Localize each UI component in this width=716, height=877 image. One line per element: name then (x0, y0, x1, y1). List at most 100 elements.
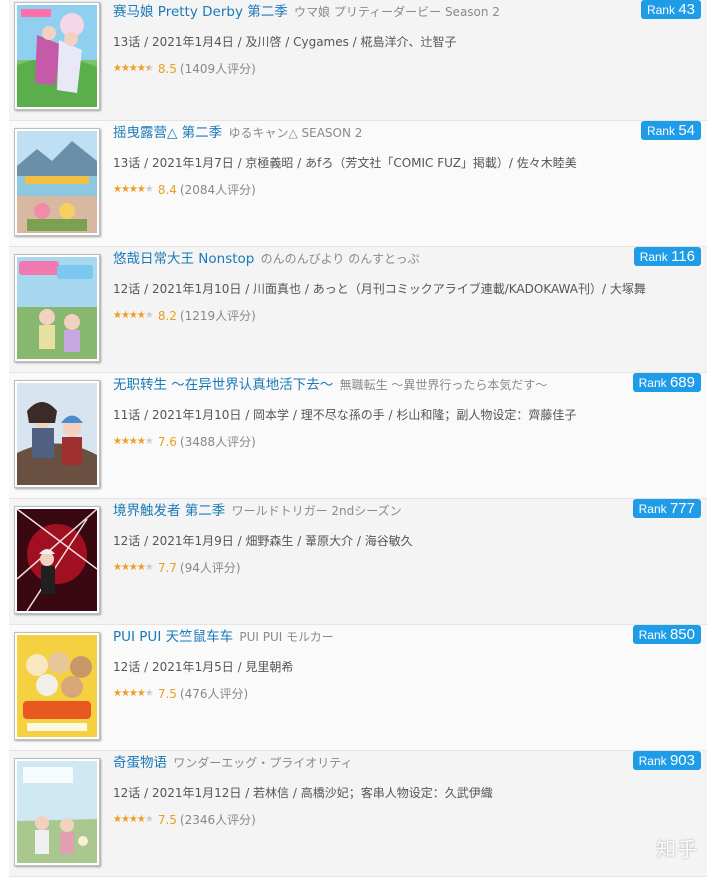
poster-thumbnail (17, 131, 97, 233)
rank-badge: Rank 777 (632, 499, 701, 518)
anime-original-title: 無職転生 ～異世界行ったら本気だす～ (339, 378, 548, 392)
anime-original-title: ワンダーエッグ・プライオリティ (173, 756, 353, 770)
stars-filled: ★★★★★ (113, 184, 145, 195)
cover-image[interactable] (14, 632, 100, 740)
anime-ranking-list: 赛马娘 Pretty Derby 第二季 ウマ娘 プリティーダービー Seaso… (9, 0, 707, 877)
star-rating-icon: ★★★★★★★★★★ (113, 310, 154, 321)
cover-image[interactable] (14, 128, 100, 236)
anime-title-link[interactable]: 无职转生 ～在异世界认真地活下去～ (113, 377, 333, 393)
star-rating-icon: ★★★★★★★★★★ (113, 688, 154, 699)
rating-score: 8.2 (157, 308, 177, 323)
rating-votes: (94人评分) (179, 561, 241, 575)
rank-number: 850 (669, 626, 695, 643)
rank-number: 43 (678, 1, 695, 18)
anime-info: 13话 / 2021年1月7日 / 京極義昭 / あfろ（芳文社「COMIC F… (113, 156, 577, 170)
anime-info: 12话 / 2021年1月10日 / 川面真也 / あっと（月刊コミックアライブ… (113, 282, 646, 296)
rank-number: 903 (669, 752, 695, 769)
rank-label: Rank (638, 502, 667, 516)
list-item: 赛马娘 Pretty Derby 第二季 ウマ娘 プリティーダービー Seaso… (9, 0, 707, 121)
rating-score: 8.4 (157, 182, 177, 197)
rank-label: Rank (638, 376, 667, 390)
cover-image[interactable] (14, 254, 100, 362)
star-rating-icon: ★★★★★★★★★★ (113, 814, 154, 825)
anime-original-title: ゆるキャン△ SEASON 2 (228, 126, 363, 140)
stars-filled: ★★★★★ (113, 436, 145, 447)
rank-number: 54 (678, 122, 695, 139)
rank-badge: Rank 903 (632, 751, 701, 770)
title-line: 境界触发者 第二季 ワールドトリガー 2ndシーズン (113, 502, 402, 520)
anime-info: 11话 / 2021年1月10日 / 岡本学 / 理不尽な孫の手 / 杉山和隆；… (113, 408, 577, 422)
rating: ★★★★★★★★★★ 8.2 (1219人评分) (113, 307, 256, 324)
stars-filled: ★★★★★ (113, 814, 145, 825)
list-item: 奇蛋物语 ワンダーエッグ・プライオリティ Rank 903 12话 / 2021… (9, 751, 707, 877)
poster-thumbnail (17, 5, 97, 107)
rating-votes: (2084人评分) (179, 183, 256, 197)
poster-thumbnail (17, 635, 97, 737)
anime-original-title: のんのんびより のんすとっぷ (260, 252, 420, 266)
rating-score: 7.6 (157, 434, 177, 449)
anime-title-link[interactable]: 悠哉日常大王 Nonstop (113, 251, 254, 267)
stars-filled: ★★★★★ (113, 562, 145, 573)
list-item: PUI PUI 天竺鼠车车 PUI PUI モルカー Rank 850 12话 … (9, 625, 707, 751)
poster-thumbnail (17, 383, 97, 485)
list-item: 境界触发者 第二季 ワールドトリガー 2ndシーズン Rank 777 12话 … (9, 499, 707, 625)
rank-badge: Rank 116 (633, 247, 701, 266)
poster-thumbnail (17, 257, 97, 359)
title-line: 奇蛋物语 ワンダーエッグ・プライオリティ (113, 754, 353, 772)
rating: ★★★★★★★★★★ 7.5 (476人评分) (113, 685, 248, 702)
title-line: 摇曳露营△ 第二季 ゆるキャン△ SEASON 2 (113, 124, 362, 142)
rating-votes: (476人评分) (179, 687, 249, 701)
title-line: 无职转生 ～在异世界认真地活下去～ 無職転生 ～異世界行ったら本気だす～ (113, 376, 547, 394)
anime-info: 13话 / 2021年1月4日 / 及川啓 / Cygames / 椛島洋介、辻… (113, 35, 457, 49)
anime-title-link[interactable]: PUI PUI 天竺鼠车车 (113, 629, 233, 645)
rating-score: 7.5 (157, 812, 177, 827)
anime-info: 12话 / 2021年1月9日 / 畑野森生 / 葦原大介 / 海谷敏久 (113, 534, 413, 548)
anime-original-title: ウマ娘 プリティーダービー Season 2 (294, 5, 500, 19)
rating: ★★★★★★★★★★ 7.6 (3488人评分) (113, 433, 256, 450)
cover-image[interactable] (14, 758, 100, 866)
list-item: 摇曳露营△ 第二季 ゆるキャン△ SEASON 2 Rank 54 13话 / … (9, 121, 707, 247)
title-line: 赛马娘 Pretty Derby 第二季 ウマ娘 プリティーダービー Seaso… (113, 3, 500, 21)
anime-title-link[interactable]: 赛马娘 Pretty Derby 第二季 (113, 4, 288, 20)
rating: ★★★★★★★★★★ 8.5 (1409人评分) (113, 60, 256, 77)
anime-title-link[interactable]: 摇曳露营△ 第二季 (113, 125, 222, 141)
cover-image[interactable] (14, 506, 100, 614)
stars-filled: ★★★★★ (113, 688, 145, 699)
rank-label: Rank (646, 3, 675, 17)
rank-badge: Rank 43 (640, 0, 701, 19)
poster-thumbnail (17, 761, 97, 863)
title-line: PUI PUI 天竺鼠车车 PUI PUI モルカー (113, 628, 334, 646)
star-rating-icon: ★★★★★★★★★★ (113, 562, 154, 573)
list-item: 悠哉日常大王 Nonstop のんのんびより のんすとっぷ Rank 116 1… (9, 247, 707, 373)
title-line: 悠哉日常大王 Nonstop のんのんびより のんすとっぷ (113, 250, 420, 268)
rank-label: Rank (638, 754, 667, 768)
anime-title-link[interactable]: 境界触发者 第二季 (113, 503, 225, 519)
rank-number: 689 (669, 374, 695, 391)
stars-filled: ★★★★★ (113, 63, 149, 74)
poster-thumbnail (17, 509, 97, 611)
rank-label: Rank (639, 250, 668, 264)
rating-score: 7.7 (157, 560, 177, 575)
rank-label: Rank (646, 124, 675, 138)
anime-info: 12话 / 2021年1月12日 / 若林信 / 高橋沙妃；客串人物设定：久武伊… (113, 786, 493, 800)
rating-score: 8.5 (157, 61, 177, 76)
rating-votes: (1409人评分) (179, 62, 256, 76)
rating: ★★★★★★★★★★ 7.5 (2346人评分) (113, 811, 256, 828)
cover-image[interactable] (14, 380, 100, 488)
star-rating-icon: ★★★★★★★★★★ (113, 184, 154, 195)
rank-number: 777 (669, 500, 695, 517)
star-rating-icon: ★★★★★★★★★★ (113, 436, 154, 447)
rating-votes: (3488人评分) (179, 435, 256, 449)
cover-image[interactable] (14, 2, 100, 110)
rank-number: 116 (671, 248, 695, 265)
star-rating-icon: ★★★★★★★★★★ (113, 63, 154, 74)
rating-votes: (1219人评分) (179, 309, 256, 323)
stars-filled: ★★★★★ (113, 310, 145, 321)
anime-title-link[interactable]: 奇蛋物语 (113, 755, 167, 771)
list-item: 无职转生 ～在异世界认真地活下去～ 無職転生 ～異世界行ったら本気だす～ Ran… (9, 373, 707, 499)
anime-original-title: PUI PUI モルカー (239, 630, 334, 644)
rating-votes: (2346人评分) (179, 813, 256, 827)
rating-score: 7.5 (157, 686, 177, 701)
anime-original-title: ワールドトリガー 2ndシーズン (231, 504, 402, 518)
rating: ★★★★★★★★★★ 7.7 (94人评分) (113, 559, 241, 576)
